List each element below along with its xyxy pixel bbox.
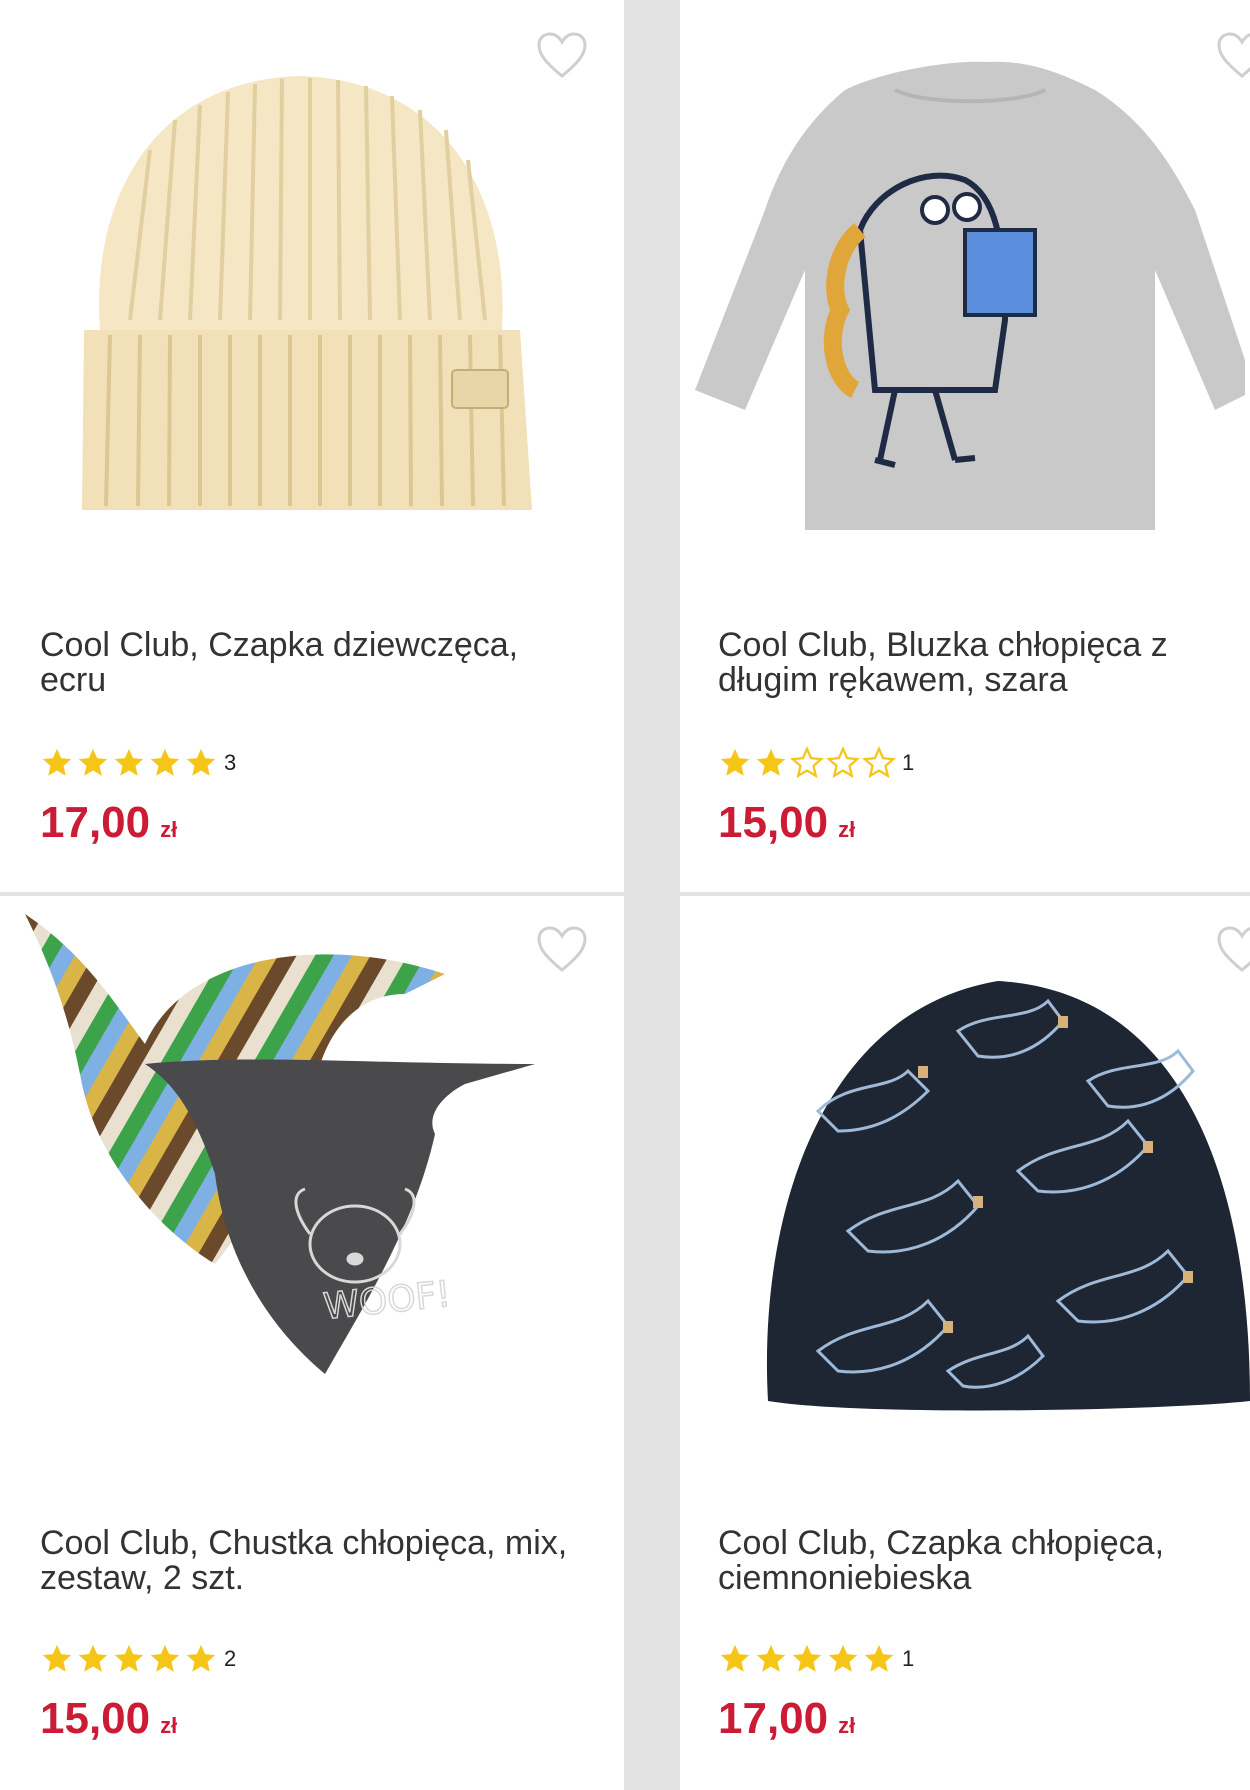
star-filled-icon bbox=[112, 1642, 146, 1676]
heart-icon[interactable] bbox=[1215, 924, 1250, 974]
price: 17,00 zł bbox=[718, 1694, 855, 1744]
star-filled-icon bbox=[718, 1642, 752, 1676]
star-filled-icon bbox=[754, 746, 788, 780]
star-filled-icon bbox=[184, 746, 218, 780]
rating-count: 1 bbox=[902, 750, 915, 775]
product-card[interactable]: WOOF! Cool Club, Chustka chłopięca, mix,… bbox=[0, 896, 624, 1790]
price-currency: zł bbox=[160, 817, 178, 842]
price: 15,00 zł bbox=[40, 1694, 177, 1744]
star-filled-icon bbox=[826, 1642, 860, 1676]
star-filled-icon bbox=[184, 1642, 218, 1676]
star-filled-icon bbox=[40, 746, 74, 780]
bandanas-image[interactable]: WOOF! bbox=[25, 914, 615, 1474]
star-filled-icon bbox=[76, 1642, 110, 1676]
rating-count: 3 bbox=[224, 750, 237, 775]
product-title[interactable]: Cool Club, Chustka chłopięca, mix, zesta… bbox=[40, 1526, 580, 1596]
star-empty-icon bbox=[790, 746, 824, 780]
rating: 1 bbox=[718, 1641, 914, 1677]
navy-dino-beanie-image[interactable] bbox=[758, 971, 1250, 1431]
product-card[interactable]: Cool Club, Bluzka chłopięca z długim ręk… bbox=[680, 0, 1250, 892]
star-filled-icon bbox=[718, 746, 752, 780]
price-amount: 17,00 bbox=[718, 1694, 829, 1743]
star-filled-icon bbox=[790, 1642, 824, 1676]
star-empty-icon bbox=[862, 746, 896, 780]
product-card[interactable]: Cool Club, Czapka dziewczęca, ecru 3 17,… bbox=[0, 0, 624, 892]
price-currency: zł bbox=[838, 817, 856, 842]
price-currency: zł bbox=[160, 1713, 178, 1738]
product-title[interactable]: Cool Club, Czapka chłopięca, ciemnoniebi… bbox=[718, 1526, 1188, 1596]
star-filled-icon bbox=[148, 746, 182, 780]
rating: 3 bbox=[40, 745, 236, 781]
star-filled-icon bbox=[754, 1642, 788, 1676]
star-filled-icon bbox=[76, 746, 110, 780]
price-currency: zł bbox=[838, 1713, 856, 1738]
star-filled-icon bbox=[862, 1642, 896, 1676]
product-card[interactable]: Cool Club, Czapka chłopięca, ciemnoniebi… bbox=[680, 896, 1250, 1790]
product-title[interactable]: Cool Club, Bluzka chłopięca z długim ręk… bbox=[718, 628, 1188, 698]
price: 15,00 zł bbox=[718, 798, 855, 848]
star-filled-icon bbox=[40, 1642, 74, 1676]
rating-count: 1 bbox=[902, 1646, 915, 1671]
star-filled-icon bbox=[112, 746, 146, 780]
price-amount: 15,00 bbox=[718, 798, 829, 847]
rating: 2 bbox=[40, 1641, 236, 1677]
price-amount: 17,00 bbox=[40, 798, 151, 847]
grey-dino-shirt-image[interactable] bbox=[695, 60, 1250, 540]
price-amount: 15,00 bbox=[40, 1694, 151, 1743]
rating-count: 2 bbox=[224, 1646, 237, 1671]
price: 17,00 zł bbox=[40, 798, 177, 848]
star-empty-icon bbox=[826, 746, 860, 780]
beanie-ecru-image[interactable] bbox=[70, 70, 550, 540]
product-title[interactable]: Cool Club, Czapka dziewczęca, ecru bbox=[40, 628, 540, 698]
rating: 1 bbox=[718, 745, 914, 781]
star-filled-icon bbox=[148, 1642, 182, 1676]
